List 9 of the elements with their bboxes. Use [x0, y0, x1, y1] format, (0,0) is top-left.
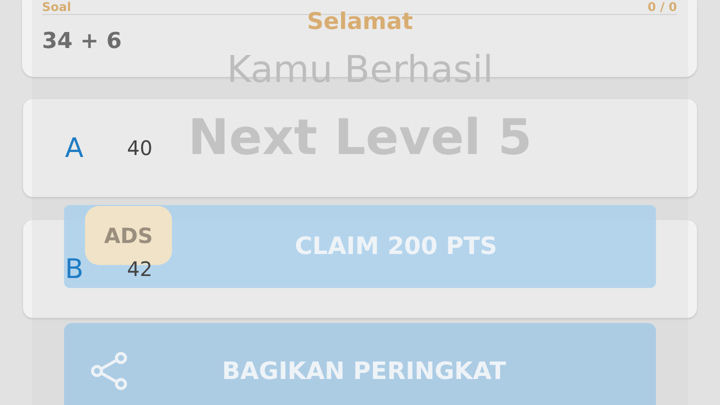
greeting-text: Selamat: [306, 8, 414, 37]
option-value: 40: [127, 136, 152, 160]
question-label: Soal: [42, 0, 72, 14]
option-letter: A: [65, 132, 84, 164]
share-button[interactable]: BAGIKAN PERINGKAT: [64, 322, 656, 405]
question-counter: 0 / 0: [648, 0, 677, 14]
share-icon: [90, 350, 128, 391]
question-text: 34 + 6: [42, 28, 122, 56]
option-letter: B: [65, 254, 85, 284]
